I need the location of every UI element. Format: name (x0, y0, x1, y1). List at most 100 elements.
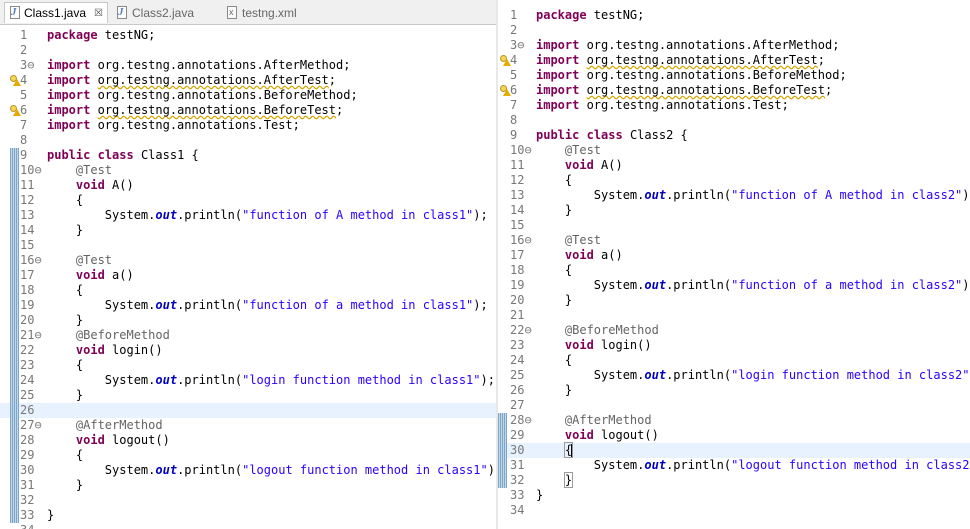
code-line[interactable]: 15 (498, 218, 970, 233)
code-line[interactable]: 31 } (0, 478, 496, 493)
code-line[interactable]: 27⊖ @AfterMethod (0, 418, 496, 433)
code-line[interactable]: 6 import org.testng.annotations.BeforeTes… (498, 83, 970, 98)
token-field: out (644, 188, 667, 202)
token-string: "login function method in class1" (242, 373, 481, 387)
token-warning-token: org.testng.annotations.BeforeTest (586, 83, 826, 97)
code-line[interactable]: 14 } (0, 223, 496, 238)
code-line[interactable]: 30 { (498, 442, 970, 458)
code-line[interactable]: 34 (498, 503, 970, 518)
tab-class1[interactable]: J Class1.java ☒ (4, 2, 108, 23)
code-line[interactable]: 29 { (0, 448, 496, 463)
code-line[interactable]: 13 System.out.println("function of A met… (498, 188, 970, 203)
code-line[interactable]: 32 (0, 493, 496, 508)
code-line[interactable]: 19 System.out.println("function of a met… (498, 278, 970, 293)
code-line[interactable]: 6 import org.testng.annotations.BeforeTes… (0, 103, 496, 118)
code-line[interactable]: 19 System.out.println("function of a met… (0, 298, 496, 313)
code-line[interactable]: 18 { (0, 283, 496, 298)
token-keyword: import (47, 73, 91, 87)
code-line[interactable]: 30 System.out.println("logout function m… (0, 463, 496, 478)
token-plain: .println( (666, 368, 732, 382)
code-text: void logout() (47, 433, 170, 448)
code-line[interactable]: 28⊖ @AfterMethod (498, 413, 970, 428)
code-text: } (47, 388, 83, 403)
warning-quickfix-icon[interactable] (500, 55, 511, 66)
code-line[interactable]: 20 } (498, 293, 970, 308)
code-line[interactable]: 8 (498, 113, 970, 128)
code-line[interactable]: 21 (498, 308, 970, 323)
code-text: @Test (47, 163, 112, 178)
code-line[interactable]: 14 } (498, 203, 970, 218)
occurrence-marker (10, 208, 19, 223)
tab-class2[interactable]: J Class2.java (112, 2, 216, 23)
code-line[interactable]: 32 } (498, 472, 970, 488)
code-line[interactable]: 3⊖ import org.testng.annotations.AfterMet… (498, 38, 970, 53)
code-line[interactable]: 29 void logout() (498, 428, 970, 443)
tab-testng-xml[interactable]: x testng.xml (222, 2, 322, 23)
code-line[interactable]: 24 { (498, 353, 970, 368)
token-string: "login function method in class2" (731, 368, 970, 382)
code-line[interactable]: 16⊖ @Test (498, 233, 970, 248)
code-line[interactable]: 5 import org.testng.annotations.BeforeMet… (498, 68, 970, 83)
close-tab-icon[interactable]: ☒ (94, 8, 103, 19)
code-line[interactable]: 25 } (0, 388, 496, 403)
token-plain: logout() (104, 433, 170, 447)
code-line[interactable]: 2 (498, 23, 970, 38)
code-line[interactable]: 1 package testNG; (0, 28, 496, 43)
code-line[interactable]: 26 } (498, 383, 970, 398)
code-line[interactable]: 16⊖ @Test (0, 253, 496, 268)
code-line[interactable]: 22⊖ @BeforeMethod (498, 323, 970, 338)
code-line[interactable]: 8 (0, 133, 496, 148)
code-line[interactable]: 13 System.out.println("function of A met… (0, 208, 496, 223)
code-line[interactable]: 9 public class Class2 { (498, 128, 970, 143)
token-plain: ); (473, 208, 488, 222)
editor-class2[interactable]: 1 package testNG; 2 3⊖ import org.testng.ann… (498, 0, 970, 529)
code-line[interactable]: 10⊖ @Test (0, 163, 496, 178)
code-line[interactable]: 20 } (0, 313, 496, 328)
token-annotation: @Test (75, 253, 113, 267)
token-plain: System. (536, 278, 645, 292)
code-line[interactable]: 12 { (498, 173, 970, 188)
code-line[interactable]: 11 void A() (498, 158, 970, 173)
code-line[interactable]: 1 package testNG; (498, 8, 970, 23)
code-line[interactable]: 27 (498, 398, 970, 413)
code-line[interactable]: 25 System.out.println("login function me… (498, 368, 970, 383)
code-line[interactable]: 11 void A() (0, 178, 496, 193)
code-line[interactable]: 34 (0, 523, 496, 529)
code-line[interactable]: 26 (0, 403, 496, 418)
warning-quickfix-icon[interactable] (10, 105, 21, 116)
code-line[interactable]: 22 void login() (0, 343, 496, 358)
editor-tab-bar: J Class1.java ☒ J Class2.java x testng.xml (0, 0, 496, 25)
code-line[interactable]: 18 { (498, 263, 970, 278)
code-line[interactable]: 23 void login() (498, 338, 970, 353)
token-plain: { (47, 358, 84, 372)
editor-class1[interactable]: 1 package testNG; 2 3⊖ import org.testng.ann… (0, 25, 496, 529)
code-text: void a() (47, 268, 134, 283)
code-line[interactable]: 31 System.out.println("logout function m… (498, 458, 970, 473)
code-line[interactable]: 33} (0, 508, 496, 523)
code-line[interactable]: 2 (0, 43, 496, 58)
code-line[interactable]: 3⊖ import org.testng.annotations.AfterMet… (0, 58, 496, 73)
code-line[interactable]: 4 import org.testng.annotations.AfterTest… (498, 53, 970, 68)
code-line[interactable]: 33} (498, 488, 970, 503)
code-line[interactable]: 9 public class Class1 { (0, 148, 496, 163)
code-line[interactable]: 17 void a() (498, 248, 970, 263)
code-line[interactable]: 28 void logout() (0, 433, 496, 448)
warning-quickfix-icon[interactable] (10, 75, 21, 86)
code-line[interactable]: 10⊖ @Test (498, 143, 970, 158)
code-line[interactable]: 24 System.out.println("login function me… (0, 373, 496, 388)
code-line[interactable]: 4 import org.testng.annotations.AfterTest… (0, 73, 496, 88)
token-annotation: @AfterMethod (75, 418, 163, 432)
code-line[interactable]: 5 import org.testng.annotations.BeforeMet… (0, 88, 496, 103)
warning-quickfix-icon[interactable] (500, 85, 511, 96)
line-number: 34 (20, 523, 54, 529)
code-line[interactable]: 15 (0, 238, 496, 253)
code-line[interactable]: 7 import org.testng.annotations.Test; (498, 98, 970, 113)
code-text: System.out.println("function of a method… (536, 278, 970, 293)
code-line[interactable]: 23 { (0, 358, 496, 373)
code-line[interactable]: 12 { (0, 193, 496, 208)
code-line[interactable]: 7 import org.testng.annotations.Test; (0, 118, 496, 133)
code-line[interactable]: 21⊖ @BeforeMethod (0, 328, 496, 343)
code-line[interactable]: 17 void a() (0, 268, 496, 283)
